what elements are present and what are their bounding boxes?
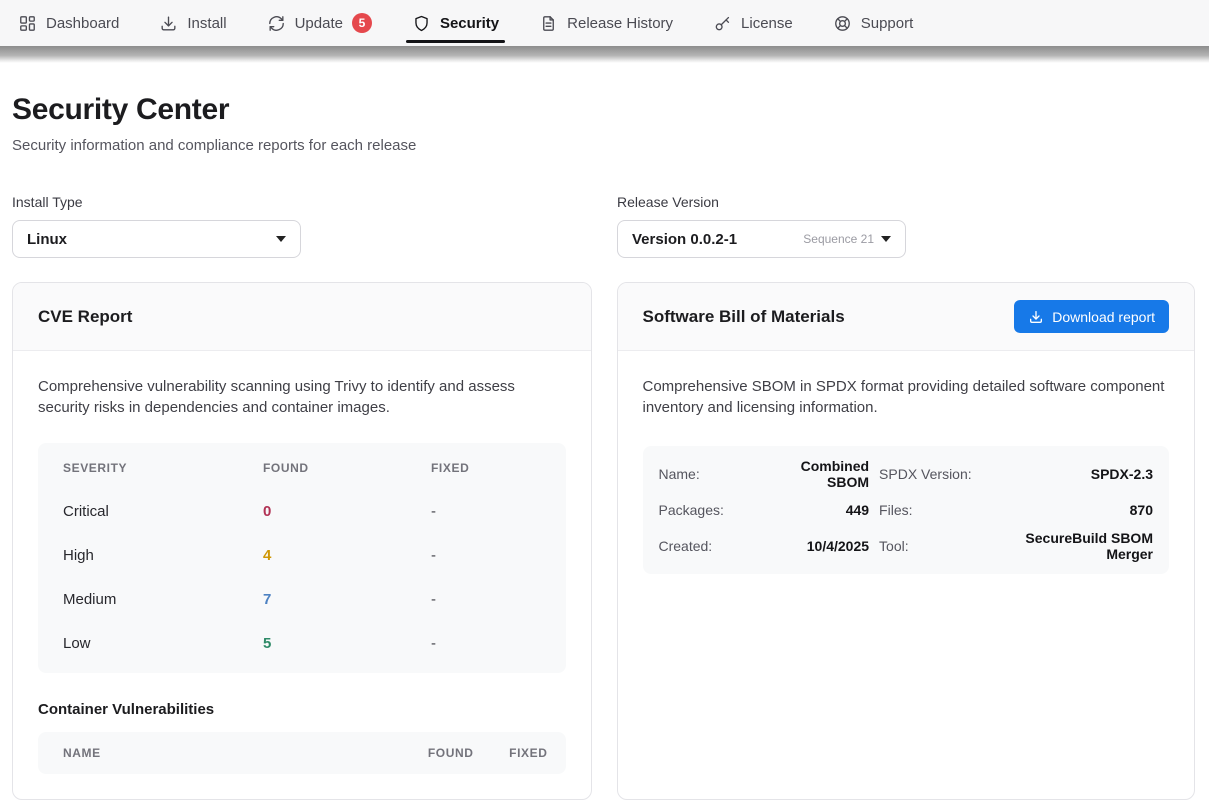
found-count: 5 [263,635,431,652]
nav-item-update[interactable]: Update 5 [267,0,372,46]
download-report-label: Download report [1052,309,1155,325]
col-severity: SEVERITY [63,461,263,475]
cve-card-title: CVE Report [38,307,132,327]
severity-row-low: Low 5 - [38,621,566,665]
cards-row: CVE Report Comprehensive vulnerability s… [12,282,1195,800]
nav-item-security[interactable]: Security [412,0,499,46]
nav-item-support[interactable]: Support [833,0,914,46]
fixed-count: - [431,503,541,520]
detail-value: SPDX-2.3 [1001,456,1153,492]
col-found: FOUND [404,746,474,760]
detail-label: Files: [879,492,991,528]
dashboard-icon [18,14,37,33]
nav-item-dashboard[interactable]: Dashboard [18,0,119,46]
detail-value: Combined SBOM [757,456,870,492]
release-version-value: Version 0.0.2-1 [632,231,737,248]
detail-value: 870 [1001,492,1153,528]
cve-card-header: CVE Report [13,283,591,351]
release-version-select[interactable]: Version 0.0.2-1 Sequence 21 [617,220,906,258]
sbom-card-body: Comprehensive SBOM in SPDX format provid… [618,351,1195,799]
release-sequence: Sequence 21 [803,232,874,246]
sbom-card-title: Software Bill of Materials [643,307,845,327]
severity-row-critical: Critical 0 - [38,489,566,533]
release-version-label: Release Version [617,194,906,210]
sbom-details-table: Name: Combined SBOM SPDX Version: SPDX-2… [643,446,1170,574]
nav-label: Update [295,15,343,32]
nav-label: Security [440,15,499,32]
shield-icon [412,14,431,33]
install-type-label: Install Type [12,194,301,210]
nav-label: Dashboard [46,15,119,32]
filters-row: Install Type Linux Release Version Versi… [12,194,1195,258]
nav-label: Install [187,15,226,32]
refresh-icon [267,14,286,33]
update-count-badge: 5 [352,13,372,33]
page-title: Security Center [12,93,1195,127]
nav-label: Support [861,15,914,32]
sbom-card: Software Bill of Materials Download repo… [617,282,1196,800]
install-type-value: Linux [27,231,67,248]
install-type-select[interactable]: Linux [12,220,301,258]
detail-label: Packages: [659,492,747,528]
severity-row-high: High 4 - [38,533,566,577]
col-name: NAME [63,746,380,760]
detail-label: Tool: [879,528,991,564]
container-vulnerabilities-heading: Container Vulnerabilities [38,701,566,718]
col-fixed: FIXED [431,461,541,475]
fixed-count: - [431,591,541,608]
nav-label: Release History [567,15,673,32]
lifebuoy-icon [833,14,852,33]
sbom-description: Comprehensive SBOM in SPDX format provid… [643,376,1170,418]
fixed-count: - [431,635,541,652]
document-icon [539,14,558,33]
col-fixed: FIXED [498,746,548,760]
download-report-button[interactable]: Download report [1014,300,1169,333]
release-version-filter: Release Version Version 0.0.2-1 Sequence… [617,194,906,258]
fixed-count: - [431,547,541,564]
download-icon [159,14,178,33]
cve-report-card: CVE Report Comprehensive vulnerability s… [12,282,592,800]
severity-label: Low [63,635,263,652]
top-nav: Dashboard Install Update 5 Security Rele… [0,0,1209,46]
severity-label: High [63,547,263,564]
severity-label: Medium [63,591,263,608]
severity-row-medium: Medium 7 - [38,577,566,621]
nav-label: License [741,15,793,32]
main-content: Security Center Security information and… [0,93,1209,800]
header-shadow-band [0,46,1209,63]
nav-item-release-history[interactable]: Release History [539,0,673,46]
detail-label: Created: [659,528,747,564]
cve-card-body: Comprehensive vulnerability scanning usi… [13,351,591,799]
container-vulnerabilities-table-header: NAME FOUND FIXED [38,732,566,774]
chevron-down-icon [881,236,891,242]
cve-description: Comprehensive vulnerability scanning usi… [38,376,566,418]
nav-item-install[interactable]: Install [159,0,226,46]
download-icon [1028,309,1044,325]
detail-value: SecureBuild SBOM Merger [1001,528,1153,564]
detail-label: SPDX Version: [879,456,991,492]
nav-item-license[interactable]: License [713,0,793,46]
found-count: 7 [263,591,431,608]
severity-label: Critical [63,503,263,520]
detail-label: Name: [659,456,747,492]
chevron-down-icon [276,236,286,242]
detail-value: 10/4/2025 [757,528,870,564]
key-icon [713,14,732,33]
severity-table-header: SEVERITY FOUND FIXED [38,447,566,489]
found-count: 4 [263,547,431,564]
install-type-filter: Install Type Linux [12,194,301,258]
found-count: 0 [263,503,431,520]
col-found: FOUND [263,461,431,475]
page-subtitle: Security information and compliance repo… [12,137,1195,154]
sbom-card-header: Software Bill of Materials Download repo… [618,283,1195,351]
detail-value: 449 [757,492,870,528]
severity-table: SEVERITY FOUND FIXED Critical 0 - High 4… [38,443,566,673]
